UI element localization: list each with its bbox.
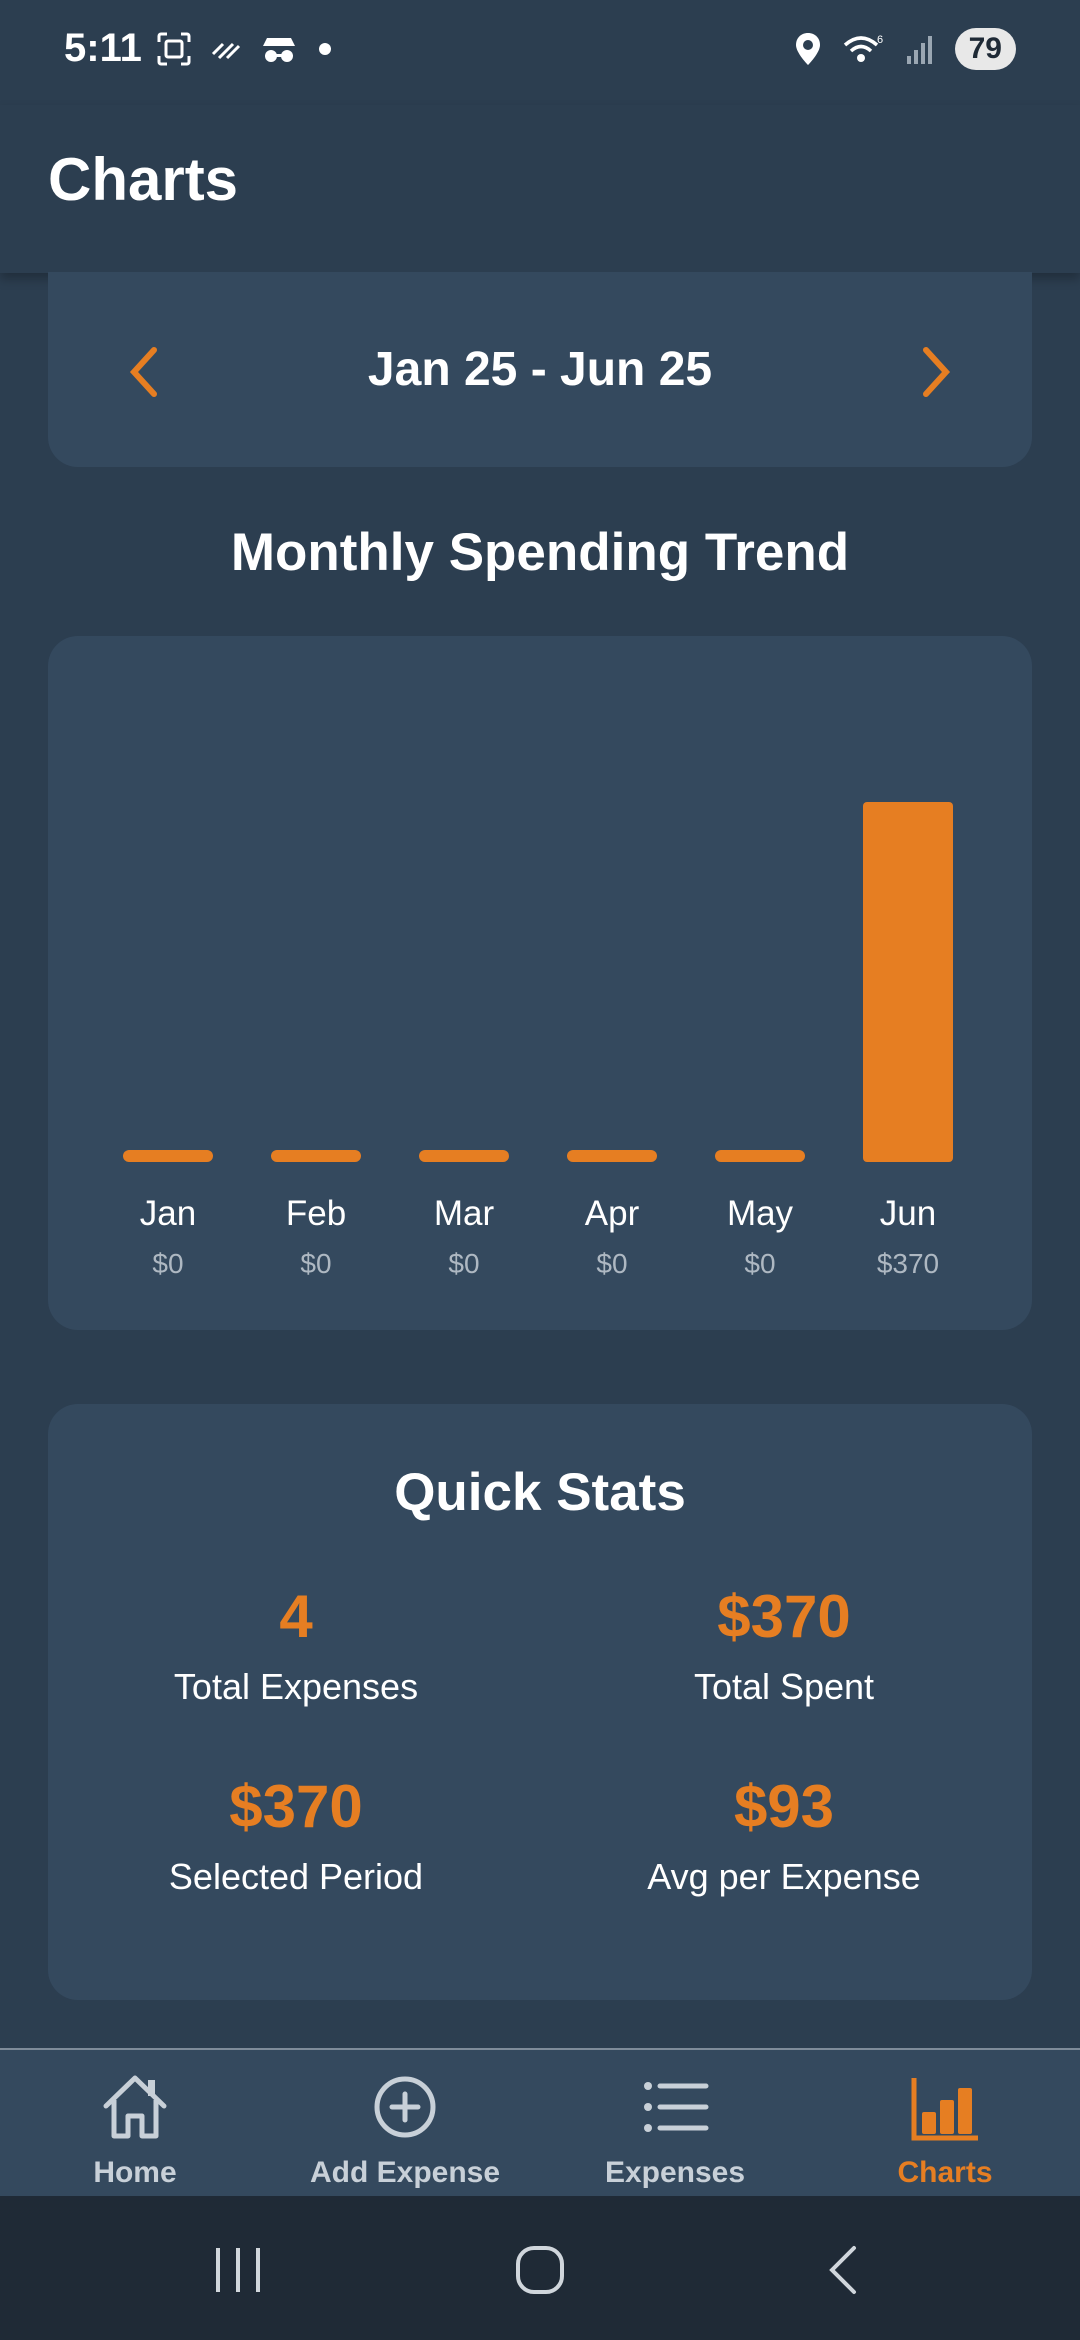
monthly-spending-chart: Jan $0 Feb $0 Mar $0 Apr $0 May $0 Jun $370 [48,636,1032,1330]
quick-stats-title: Quick Stats [394,1463,686,1522]
category-label: Feb [286,1194,346,1233]
category-label: Jun [880,1194,936,1233]
nav-label: Expenses [604,2156,746,2189]
wifi-icon: 6 [843,34,883,62]
stat-value: 4 [279,1583,313,1650]
status-time: 5:11 [64,26,142,70]
stat-label: Avg per Expense [647,1856,921,1897]
value-label: $0 [448,1248,479,1279]
category-label: Jan [140,1194,196,1233]
back-icon[interactable] [814,2240,874,2300]
bottom-nav: Home Add Expense Expenses Charts [0,2048,1080,2196]
stat-selected-period: $370 Selected Period [76,1772,516,1898]
value-label: $0 [152,1248,183,1279]
stat-total-spent: $370 Total Spent [564,1582,1004,1708]
recent-apps-icon[interactable] [208,2240,268,2300]
list-icon [644,2082,709,2132]
add-circle-icon [374,2076,436,2138]
home-button-icon[interactable] [510,2240,570,2300]
nav-label: Charts [897,2156,993,2189]
status-bar: 5:11 6 79 [0,0,1080,105]
value-label: $0 [300,1248,331,1279]
location-icon [795,33,820,65]
nav-label: Add Expense [309,2156,501,2189]
app-bar: Charts [0,105,1080,273]
chevron-right-icon[interactable] [910,344,960,400]
category-label: Mar [434,1194,495,1233]
bar-chart: Jan $0 Feb $0 Mar $0 Apr $0 May $0 Jun $370 [123,802,953,1279]
stat-avg-per-expense: $93 Avg per Expense [564,1772,1004,1898]
bar-mar [419,1150,509,1162]
status-left-icons [155,30,335,68]
signal-icon [906,36,932,64]
bar-jun [863,802,953,1162]
screenshot-icon [157,32,191,66]
bar-may [715,1150,805,1162]
value-label: $0 [744,1248,775,1279]
stat-label: Total Expenses [173,1666,419,1707]
stat-value: $370 [229,1773,363,1840]
home-icon [103,2075,167,2139]
bar-apr [567,1150,657,1162]
status-right-icons: 6 79 [793,28,1016,70]
quick-stats-card: Quick Stats 4 Total Expenses $370 Total … [48,1404,1032,2000]
chart-section-title: Monthly Spending Trend [230,523,850,582]
nav-item-expenses[interactable]: Expenses [540,2050,810,2198]
bar-chart-icon [911,2078,978,2141]
nav-label: Home [93,2156,177,2189]
nfc-icon [211,42,241,60]
nav-item-charts[interactable]: Charts [810,2050,1080,2198]
category-label: Apr [585,1194,640,1233]
nav-item-add-expense[interactable]: Add Expense [270,2050,540,2198]
stat-value: $93 [733,1773,835,1840]
incognito-icon [263,38,295,62]
value-label: $0 [596,1248,627,1279]
stat-value: $370 [717,1583,851,1650]
stat-total-expenses: 4 Total Expenses [76,1582,516,1708]
date-range-selector: Jan 25 - Jun 25 [48,272,1032,467]
stat-label: Total Spent [693,1666,875,1707]
bar-jan [123,1150,213,1162]
value-label: $370 [877,1248,939,1279]
date-range-label: Jan 25 - Jun 25 [367,343,713,396]
battery-indicator: 79 [954,28,1016,70]
system-nav-bar [0,2196,1080,2340]
page-title: Charts [48,146,239,213]
category-label: May [727,1194,794,1233]
bar-feb [271,1150,361,1162]
svg-text:6: 6 [877,34,883,46]
dot-icon [319,43,331,55]
stat-label: Selected Period [168,1856,424,1897]
nav-item-home[interactable]: Home [0,2050,270,2198]
